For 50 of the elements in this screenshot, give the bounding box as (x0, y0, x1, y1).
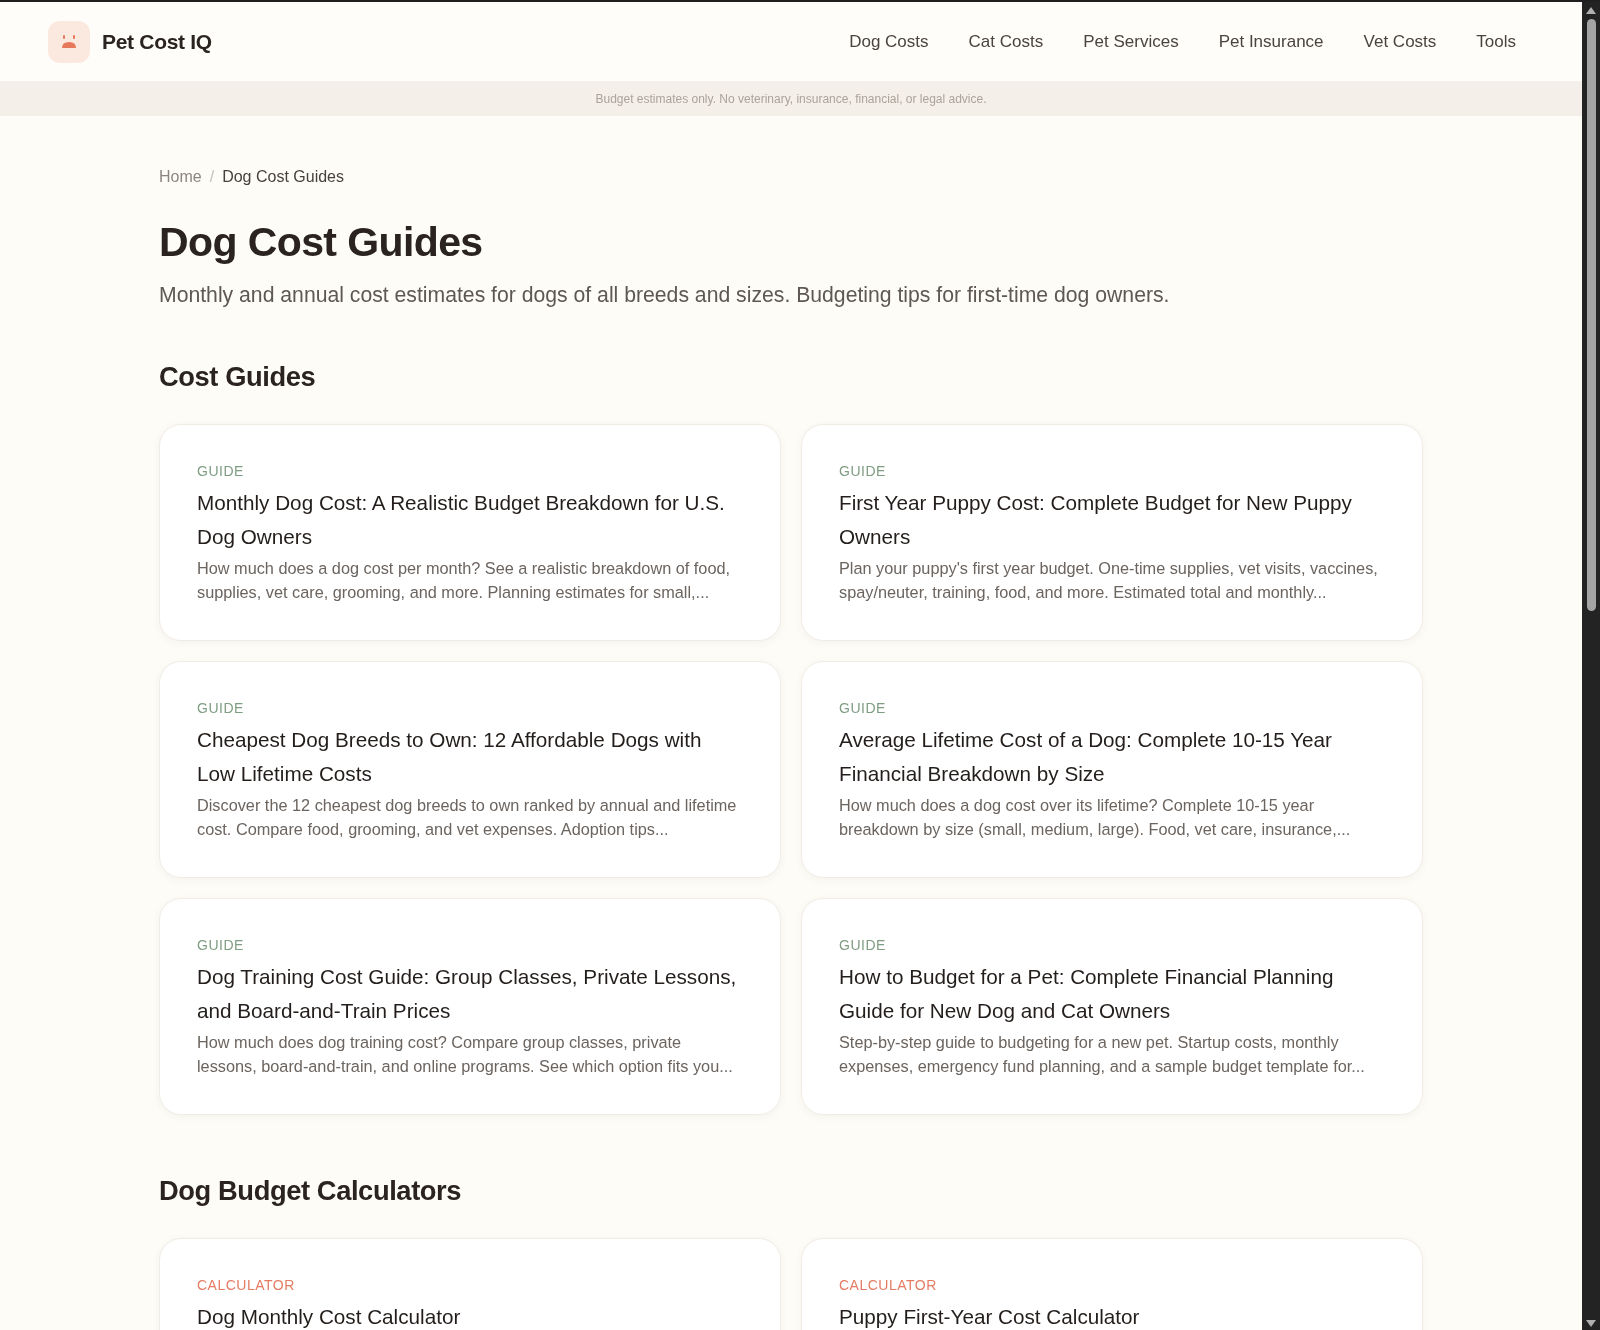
scrollbar-track[interactable] (1582, 2, 1600, 1330)
guide-card[interactable] (801, 898, 1423, 1115)
nav-link[interactable]: Tools (1476, 31, 1516, 52)
nav-link[interactable]: Vet Costs (1363, 31, 1437, 52)
card-title: First Year Puppy Cost: Complete Budget for New Puppy Owners (839, 491, 1352, 548)
breadcrumb-separator: / (209, 167, 215, 187)
card-description: How much does a dog cost per month? See a realistic breakdown of food, supplies, vet care, grooming, and more. Planning estimates for small,... (197, 558, 732, 603)
section-heading: Dog Budget Calculators (159, 1174, 463, 1208)
card-title: Average Lifetime Cost of a Dog: Complete 10-15 Year Financial Breakdown by Size (839, 728, 1332, 785)
breadcrumb-current: Dog Cost Guides (222, 167, 344, 187)
page-subtitle: Monthly and annual cost estimates for dogs of all breeds and sizes. Budgeting tips for first-time dog owners. (159, 282, 1171, 309)
category-label: CALCULATOR (197, 1276, 296, 1295)
calculator-card[interactable]: CALCULATOR Dog Monthly Cost Calculator (159, 1238, 781, 1330)
page-title: Dog Cost Guides (159, 218, 484, 266)
category-label: GUIDE (197, 936, 245, 955)
guide-card[interactable] (801, 424, 1423, 641)
card-title: Dog Monthly Cost Calculator (197, 1305, 461, 1328)
guide-card[interactable] (159, 898, 781, 1115)
site-name-link[interactable]: Pet Cost IQ (102, 29, 212, 54)
section-heading: Cost Guides (159, 360, 317, 394)
card-description: How much does a dog cost over its lifetime? Complete 10-15 year breakdown by size (small, medium, large). Food, vet care, insurance,... (839, 795, 1352, 840)
logo-icon[interactable] (48, 20, 90, 63)
calculator-card[interactable]: CALCULATOR Puppy First-Year Cost Calculator (801, 1238, 1423, 1330)
disclaimer-text: Budget estimates only. No veterinary, insurance, financial, or legal advice. (595, 91, 987, 106)
guide-card[interactable] (159, 661, 781, 878)
category-label: GUIDE (197, 699, 245, 718)
card-description: Step-by-step guide to budgeting for a new pet. Startup costs, monthly expenses, emergency fund planning, and a sample budget template for... (839, 1032, 1366, 1077)
category-label: CALCULATOR (839, 1276, 938, 1295)
card-title: How to Budget for a Pet: Complete Financial Planning Guide for New Dog and Cat Owners (839, 965, 1334, 1022)
card-title: Cheapest Dog Breeds to Own: 12 Affordable Dogs with Low Lifetime Costs (197, 728, 702, 785)
guide-card[interactable] (159, 424, 781, 641)
nav-link[interactable]: Pet Services (1083, 31, 1179, 52)
card-description: Discover the 12 cheapest dog breeds to own ranked by annual and lifetime cost. Compare food, grooming, and vet expenses. Adoption tips... (197, 795, 738, 840)
guide-card[interactable] (801, 661, 1423, 878)
nav-link[interactable]: Pet Insurance (1218, 31, 1324, 52)
scrollbar-thumb[interactable] (1586, 19, 1596, 611)
up-arrow-icon[interactable] (1586, 7, 1596, 14)
breadcrumb-link[interactable]: Home (159, 165, 202, 189)
nav-link[interactable]: Cat Costs (968, 31, 1044, 52)
card-description: How much does dog training cost? Compare group classes, private lessons, board-and-train, and online programs. See which option fits you... (197, 1032, 734, 1077)
card-title: Monthly Dog Cost: A Realistic Budget Breakdown for U.S. Dog Owners (197, 491, 725, 548)
nav-link[interactable]: Dog Costs (849, 31, 929, 52)
category-label: GUIDE (839, 936, 887, 955)
card-title: Dog Training Cost Guide: Group Classes, Private Lessons, and Board-and-Train Prices (197, 965, 737, 1022)
category-label: GUIDE (197, 462, 245, 481)
card-title: Puppy First-Year Cost Calculator (839, 1305, 1140, 1328)
down-arrow-icon[interactable] (1586, 1320, 1596, 1327)
category-label: GUIDE (839, 699, 887, 718)
category-label: GUIDE (839, 462, 887, 481)
card-description: Plan your puppy's first year budget. One-time supplies, vet visits, vaccines, spay/neuter, training, food, and more. Estimated total and monthly... (839, 558, 1379, 603)
